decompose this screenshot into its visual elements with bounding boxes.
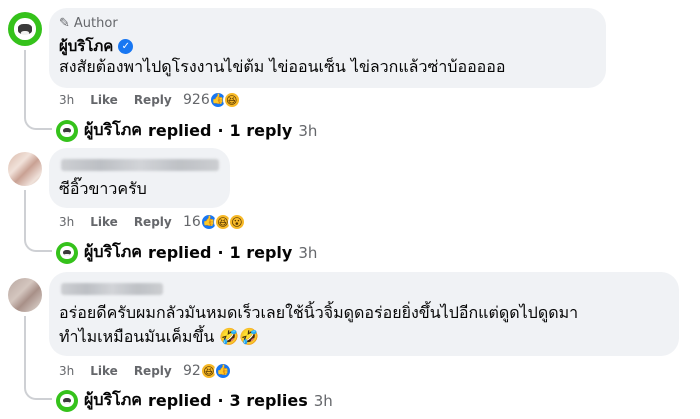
verified-badge-icon: ✓ (118, 38, 134, 54)
like-button[interactable]: Like (90, 93, 118, 107)
blurred-author-name (61, 159, 219, 171)
replied-label: replied (147, 121, 212, 140)
reply-connector (24, 112, 52, 130)
pencil-icon: ✎ (59, 16, 70, 31)
comment-time[interactable]: 3h (59, 364, 74, 378)
view-replies-link[interactable]: ผู้บริโภค replied · 1 reply 3h (56, 240, 317, 265)
separator: · (217, 121, 224, 140)
reply-button[interactable]: Reply (134, 215, 172, 229)
reaction-summary[interactable]: 16 👍 😆 😮 (183, 213, 246, 231)
reaction-summary[interactable]: 92 😆 👍 (183, 362, 232, 380)
view-replies-link[interactable]: ผู้บริโภค replied · 1 reply 3h (56, 118, 317, 143)
reply-time: 3h (313, 391, 333, 410)
replied-label: replied (147, 243, 212, 262)
replied-label: replied (147, 391, 212, 410)
thread-line (24, 190, 26, 240)
comment-actions: 3h Like Reply (59, 215, 172, 229)
comment-time[interactable]: 3h (59, 215, 74, 229)
reply-avatar (56, 241, 78, 264)
avatar[interactable] (8, 278, 42, 312)
comment-text: อร่อยดีครับผมกลัวมันหมดเร็วเลยใช้นิ้วจิ้… (59, 303, 579, 322)
reply-author: ผู้บริโภค (84, 242, 142, 261)
reply-count: 1 reply (229, 243, 293, 262)
author-badge-label: Author (73, 16, 118, 31)
reply-connector (24, 382, 52, 400)
reply-time: 3h (298, 243, 318, 262)
reply-author: ผู้บริโภค (84, 390, 142, 409)
blurred-author-name (61, 283, 163, 295)
reaction-count: 926 (183, 92, 210, 108)
separator: · (217, 391, 224, 410)
thread-line (24, 50, 26, 118)
comment-actions: 3h Like Reply (59, 93, 172, 107)
comment-text: สงสัยต้องพาไปดูโรงงานไข่ต้ม ไข่ออนเซ็น ไ… (59, 57, 506, 76)
reply-avatar (56, 119, 78, 142)
like-button[interactable]: Like (90, 364, 118, 378)
reply-avatar (56, 389, 78, 412)
reply-author: ผู้บริโภค (84, 120, 142, 139)
reply-count: 1 reply (229, 121, 293, 140)
comment-text: ทำไมเหมือนมันเค็มขึ้น 🤣🤣 (59, 327, 260, 346)
reaction-summary[interactable]: 926 👍 😆 (183, 91, 241, 109)
thread-line (24, 316, 26, 388)
avatar[interactable] (8, 152, 42, 186)
comment-text: ซีอิ๊วขาวครับ (59, 179, 147, 198)
reply-connector (24, 234, 52, 252)
avatar[interactable] (8, 12, 42, 46)
haha-reaction-icon: 😆 (222, 91, 241, 109)
view-replies-link[interactable]: ผู้บริโภค replied · 3 replies 3h (56, 388, 333, 413)
comment-actions: 3h Like Reply (59, 364, 172, 378)
reply-button[interactable]: Reply (134, 364, 172, 378)
reaction-count: 92 (183, 363, 201, 379)
author-badge: ✎ Author (59, 16, 118, 31)
separator: · (217, 243, 224, 262)
comment-time[interactable]: 3h (59, 93, 74, 107)
reply-button[interactable]: Reply (134, 93, 172, 107)
wow-reaction-icon: 😮 (227, 213, 246, 231)
reply-count: 3 replies (229, 391, 308, 410)
like-button[interactable]: Like (90, 215, 118, 229)
reaction-count: 16 (183, 214, 201, 230)
reply-time: 3h (298, 121, 318, 140)
like-reaction-icon: 👍 (213, 362, 232, 380)
